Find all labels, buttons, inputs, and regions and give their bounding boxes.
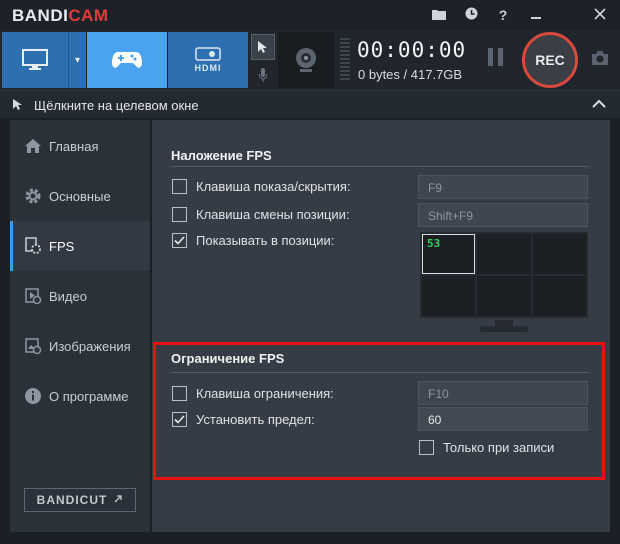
close-icon[interactable] <box>589 4 611 26</box>
sidebar-item-label: О программе <box>49 388 129 404</box>
position-bottom-right[interactable] <box>532 276 586 316</box>
bandicut-button[interactable]: BANDICUT <box>24 488 136 512</box>
target-bar: Щёлкните на целевом окне <box>0 90 620 118</box>
camera-icon[interactable] <box>591 50 609 69</box>
sidebar-item-video[interactable]: Видео <box>10 271 150 321</box>
clock-icon[interactable] <box>460 4 482 26</box>
checkmark-icon <box>174 415 185 424</box>
limit-key-checkbox[interactable] <box>172 386 187 401</box>
show-hide-key-row: Клавиша показа/скрытия: <box>172 179 351 194</box>
divider <box>171 166 589 167</box>
recording-timer: 00:00:00 <box>357 38 467 62</box>
fps-limit-title: Ограничение FPS <box>171 351 285 366</box>
show-in-position-label: Показывать в позиции: <box>196 233 335 248</box>
set-limit-checkbox[interactable] <box>172 412 187 427</box>
image-icon <box>22 337 44 355</box>
webcam-button[interactable] <box>278 32 334 88</box>
checkmark-icon <box>174 236 185 245</box>
sidebar-item-label: Видео <box>49 288 87 304</box>
hdmi-label: HDMI <box>194 63 222 73</box>
hdmi-mode-button[interactable]: HDMI <box>168 32 248 88</box>
title-bar: BANDICAM ? <box>0 0 620 30</box>
crosshair-icon <box>12 98 26 115</box>
limit-key-row: Клавиша ограничения: <box>172 386 334 401</box>
fps-settings-panel: Наложение FPS Клавиша показа/скрытия: F9… <box>152 120 610 532</box>
video-icon <box>22 287 44 305</box>
cursor-toggle-button[interactable] <box>251 34 275 60</box>
only-recording-checkbox[interactable] <box>419 440 434 455</box>
only-recording-row: Только при записи <box>419 440 554 455</box>
limit-key-field[interactable]: F10 <box>418 381 588 405</box>
divider <box>171 372 589 373</box>
bandicut-label: BANDICUT <box>36 493 108 507</box>
game-mode-button[interactable] <box>87 32 167 88</box>
position-bottom-center[interactable] <box>477 276 531 316</box>
sidebar-item-label: Основные <box>49 188 111 204</box>
sidebar-item-label: Изображения <box>49 338 131 354</box>
sidebar: Главная Основные FPS Видео Изображения О… <box>10 120 150 532</box>
position-key-field[interactable]: Shift+F9 <box>418 203 588 227</box>
fps-gear-icon <box>22 237 44 255</box>
sidebar-item-label: FPS <box>49 238 75 254</box>
position-top-center[interactable] <box>477 234 531 274</box>
sidebar-item-home[interactable]: Главная <box>10 121 150 171</box>
position-top-right[interactable] <box>532 234 586 274</box>
show-in-position-checkbox[interactable] <box>172 233 187 248</box>
minimize-icon[interactable] <box>525 4 547 26</box>
rec-button[interactable]: REC <box>522 32 578 88</box>
target-instruction: Щёлкните на целевом окне <box>34 98 199 113</box>
chevron-up-icon[interactable] <box>592 97 606 112</box>
audio-level-meter <box>340 38 350 82</box>
home-icon <box>22 138 44 154</box>
show-in-position-row: Показывать в позиции: <box>172 233 334 248</box>
show-hide-key-label: Клавиша показа/скрытия: <box>196 179 351 194</box>
app-logo: BANDICAM <box>12 6 109 25</box>
position-key-checkbox[interactable] <box>172 207 187 222</box>
mode-toolbar: ▾ HDMI 00:00:00 0 bytes / 417.7GB REC <box>0 30 620 90</box>
info-icon <box>22 387 44 405</box>
chevron-down-icon[interactable]: ▾ <box>68 32 86 88</box>
webcam-icon <box>296 48 316 72</box>
microphone-icon <box>258 68 268 82</box>
monitor-icon <box>22 49 48 70</box>
position-top-left[interactable]: 53 <box>422 234 476 274</box>
folder-icon[interactable] <box>428 4 450 26</box>
sidebar-item-fps[interactable]: FPS <box>10 221 150 271</box>
gear-icon <box>22 187 44 205</box>
position-selector: 53 <box>420 232 588 318</box>
pause-icon[interactable] <box>488 48 508 72</box>
position-bottom-left[interactable] <box>422 276 476 316</box>
monitor-stand-base <box>480 326 528 332</box>
microphone-toggle-button[interactable] <box>251 62 275 88</box>
gamepad-icon <box>112 52 142 68</box>
sidebar-item-general[interactable]: Основные <box>10 171 150 221</box>
sidebar-item-about[interactable]: О программе <box>10 371 150 421</box>
fps-counter-preview: 53 <box>427 237 441 250</box>
cursor-icon <box>258 41 267 53</box>
show-hide-key-field[interactable]: F9 <box>418 175 588 199</box>
limit-key-label: Клавиша ограничения: <box>196 386 334 401</box>
help-icon[interactable]: ? <box>492 4 514 26</box>
show-hide-key-checkbox[interactable] <box>172 179 187 194</box>
fps-overlay-title: Наложение FPS <box>171 148 272 163</box>
external-link-icon <box>113 493 123 507</box>
set-limit-row: Установить предел: <box>172 412 315 427</box>
screen-mode-button[interactable] <box>2 32 68 88</box>
file-size-readout: 0 bytes / 417.7GB <box>358 67 463 82</box>
sidebar-item-label: Главная <box>49 138 99 154</box>
fps-limit-input[interactable]: 60 <box>418 407 588 431</box>
only-recording-label: Только при записи <box>443 440 555 455</box>
hdmi-device-icon <box>195 47 221 61</box>
sidebar-item-images[interactable]: Изображения <box>10 321 150 371</box>
position-key-label: Клавиша смены позиции: <box>196 207 350 222</box>
set-limit-label: Установить предел: <box>196 412 315 427</box>
position-key-row: Клавиша смены позиции: <box>172 207 350 222</box>
